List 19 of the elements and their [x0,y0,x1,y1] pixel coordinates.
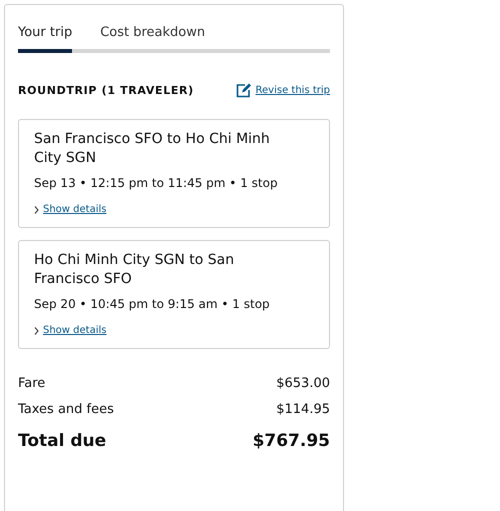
show-details-link[interactable]: Show details [34,202,106,217]
tab[interactable]: Your trip [18,23,72,52]
revise-trip-link[interactable]: Revise this trip [236,83,330,98]
trip-heading: ROUNDTRIP (1 TRAVELER) [18,82,194,98]
flight-schedule: Sep 20 • 10:45 pm to 9:15 am • 1 stop [34,296,271,313]
flight-route: San Francisco SFO to Ho Chi Minh City SGN [34,130,271,168]
cost-amount: $114.95 [276,401,330,419]
caret-right-icon [34,206,39,214]
total-amount: $767.95 [252,430,330,453]
cost-label: Taxes and fees [18,401,114,419]
edit-icon [236,83,252,98]
total-label: Total due [18,430,106,453]
cost-label: Fare [18,375,46,393]
flight-schedule: Sep 13 • 12:15 pm to 11:45 pm • 1 stop [34,175,279,192]
cost-amount: $653.00 [276,375,330,393]
tab[interactable]: Cost breakdown [100,23,206,52]
show-details-link[interactable]: Show details [34,323,106,338]
caret-right-icon [34,326,39,334]
flight-route: Ho Chi Minh City SGN to San Francisco SFO [34,251,236,289]
